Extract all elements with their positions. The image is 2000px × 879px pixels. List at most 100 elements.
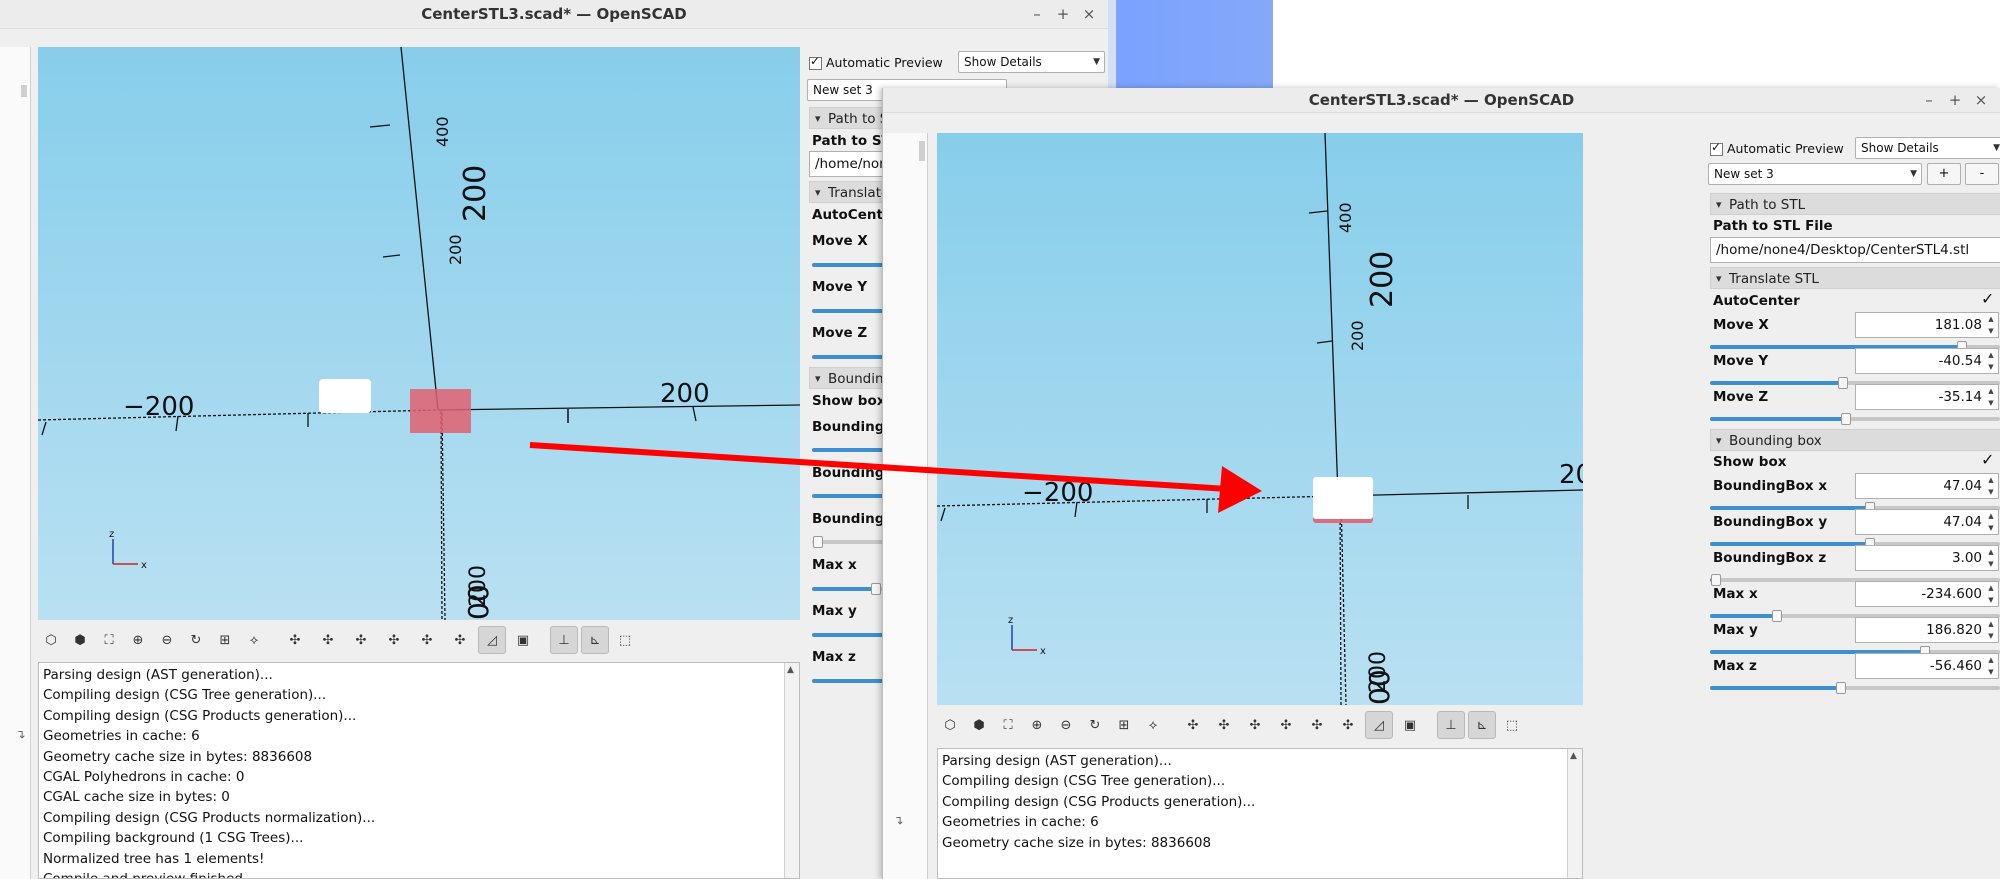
label-boundingbox-y: BoundingBox y (1713, 514, 1828, 530)
zoom-in-icon[interactable]: ⊕ (125, 626, 151, 654)
z-label-big: 200 (1365, 251, 1400, 308)
autocenter-checkbox[interactable]: ✓ (1981, 289, 1994, 308)
max-z-slider[interactable] (1710, 682, 2000, 694)
show-details-combo[interactable]: Show Details ▼ (1855, 137, 2000, 159)
editor-scrollbar[interactable] (21, 85, 27, 97)
orthogonal-icon[interactable]: ▣ (509, 626, 537, 654)
view-front-icon[interactable]: ✣ (412, 626, 442, 654)
editor-dock-icon[interactable]: ↵ (15, 729, 29, 739)
maximize-button[interactable]: + (1050, 0, 1076, 28)
remove-set-button[interactable]: - (1965, 163, 1999, 185)
show-axes-toggle-icon[interactable]: ⊥ (1437, 711, 1465, 739)
show-axes-icon[interactable]: ⊞ (212, 626, 238, 654)
preview-icon[interactable]: ⬡ (937, 711, 963, 739)
auto-preview-label: Automatic Preview (826, 55, 943, 70)
title-bar[interactable]: CenterSTL3.scad* — OpenSCAD – + × (883, 88, 2000, 113)
spin-arrows-icon[interactable]: ▲ ▼ (1985, 546, 1997, 570)
bbox-x-spinbox[interactable]: 47.04 ▲ ▼ (1855, 473, 1999, 499)
move-x-spinbox[interactable]: 181.08 ▲ ▼ (1855, 312, 1999, 338)
view-bottom-icon[interactable]: ✣ (1241, 711, 1269, 739)
show-edges-icon[interactable]: ⟡ (1140, 711, 1166, 739)
spin-arrows-icon[interactable]: ▲ ▼ (1985, 313, 1997, 337)
perspective-icon[interactable]: ◿ (1365, 711, 1393, 739)
3d-viewport[interactable]: −200 200 200 200 400 200 00 z x (937, 133, 1583, 705)
view-front-icon[interactable]: ✣ (1303, 711, 1331, 739)
perspective-icon[interactable]: ◿ (478, 626, 506, 654)
console-output[interactable]: Parsing design (AST generation)... Compi… (937, 748, 1583, 879)
show-scale-icon[interactable]: ⊾ (581, 626, 609, 654)
bbox-x-value: 47.04 (1943, 478, 1982, 494)
move-z-slider[interactable] (1710, 413, 2000, 425)
spin-arrows-icon[interactable]: ▲ ▼ (1985, 349, 1997, 373)
group-translate-header[interactable]: Translate STL (1710, 267, 2000, 290)
view-back-icon[interactable]: ✣ (445, 626, 475, 654)
view-right-icon[interactable]: ✣ (280, 626, 310, 654)
show-scale-icon[interactable]: ⊾ (1468, 711, 1496, 739)
auto-preview-checkbox[interactable] (809, 54, 822, 70)
reset-view-icon[interactable]: ↻ (1082, 711, 1108, 739)
view-bottom-icon[interactable]: ✣ (346, 626, 376, 654)
view-right-icon[interactable]: ✣ (1179, 711, 1207, 739)
show-details-combo[interactable]: Show Details ▼ (958, 51, 1105, 73)
view-back-icon[interactable]: ✣ (1334, 711, 1362, 739)
console-scrollbar[interactable]: ▲ (1567, 749, 1582, 878)
console-dock-icon[interactable]: ↵ (893, 815, 907, 825)
render-icon[interactable]: ⬢ (966, 711, 992, 739)
close-button[interactable]: × (1076, 0, 1102, 28)
view-left-icon[interactable]: ✣ (1272, 711, 1300, 739)
console-line: Compiling design (CSG Products normaliza… (43, 809, 376, 826)
preview-icon[interactable]: ⬡ (38, 626, 64, 654)
path-input[interactable]: /home/none4/Desktop/CenterSTL4.stl (1710, 237, 2000, 263)
show-axes-icon[interactable]: ⊞ (1111, 711, 1137, 739)
spin-arrows-icon[interactable]: ▲ ▼ (1985, 654, 1997, 678)
title-bar[interactable]: CenterSTL3.scad* — OpenSCAD – + × (0, 0, 1108, 29)
max-x-spinbox[interactable]: -234.600 ▲ ▼ (1855, 581, 1999, 607)
minimize-button[interactable]: – (1916, 88, 1942, 112)
max-z-spinbox[interactable]: -56.460 ▲ ▼ (1855, 653, 1999, 679)
label-max-z: Max z (812, 649, 856, 665)
spin-arrows-icon[interactable]: ▲ ▼ (1985, 385, 1997, 409)
view-all-icon[interactable]: ⛶ (995, 711, 1021, 739)
max-y-spinbox[interactable]: 186.820 ▲ ▼ (1855, 617, 1999, 643)
spin-arrows-icon[interactable]: ▲ ▼ (1985, 618, 1997, 642)
add-set-button[interactable]: + (1927, 163, 1961, 185)
3d-viewport[interactable]: −200 200 200 200 400 200 00 z x (38, 47, 800, 620)
zoom-out-icon[interactable]: ⊖ (1053, 711, 1079, 739)
console-output[interactable]: Parsing design (AST generation)... Compi… (38, 662, 800, 879)
show-crosshair-icon[interactable]: ⬚ (1499, 711, 1525, 739)
auto-preview-checkbox[interactable] (1710, 140, 1723, 156)
zoom-in-icon[interactable]: ⊕ (1024, 711, 1050, 739)
bbox-z-spinbox[interactable]: 3.00 ▲ ▼ (1855, 545, 1999, 571)
zoom-out-icon[interactable]: ⊖ (154, 626, 180, 654)
editor-strip[interactable]: ↵ (883, 133, 928, 879)
editor-scrollbar[interactable] (919, 141, 925, 161)
editor-strip[interactable]: ↵ ↵ (0, 47, 31, 879)
label-max-y: Max y (812, 603, 857, 619)
console-line: Geometries in cache: 6 (43, 728, 200, 745)
view-top-icon[interactable]: ✣ (313, 626, 343, 654)
view-left-icon[interactable]: ✣ (379, 626, 409, 654)
spin-arrows-icon[interactable]: ▲ ▼ (1985, 474, 1997, 498)
show-box-checkbox[interactable]: ✓ (1981, 450, 1994, 469)
view-top-icon[interactable]: ✣ (1210, 711, 1238, 739)
orthogonal-icon[interactable]: ▣ (1396, 711, 1424, 739)
minimize-button[interactable]: – (1024, 0, 1050, 28)
render-icon[interactable]: ⬢ (67, 626, 93, 654)
show-edges-icon[interactable]: ⟡ (241, 626, 267, 654)
spin-arrows-icon[interactable]: ▲ ▼ (1985, 510, 1997, 534)
group-path-header[interactable]: Path to STL (1710, 193, 2000, 216)
maximize-button[interactable]: + (1942, 88, 1968, 112)
move-z-spinbox[interactable]: -35.14 ▲ ▼ (1855, 384, 1999, 410)
chevron-down-icon: ▼ (1910, 169, 1917, 179)
show-axes-toggle-icon[interactable]: ⊥ (550, 626, 578, 654)
reset-view-icon[interactable]: ↻ (183, 626, 209, 654)
spin-arrows-icon[interactable]: ▲ ▼ (1985, 582, 1997, 606)
parameter-set-combo[interactable]: New set 3 ▼ (1708, 163, 1922, 185)
show-crosshair-icon[interactable]: ⬚ (612, 626, 638, 654)
bbox-y-spinbox[interactable]: 47.04 ▲ ▼ (1855, 509, 1999, 535)
group-bounding-header[interactable]: Bounding box (1710, 429, 2000, 452)
view-all-icon[interactable]: ⛶ (96, 626, 122, 654)
close-button[interactable]: × (1968, 88, 1994, 112)
move-y-spinbox[interactable]: -40.54 ▲ ▼ (1855, 348, 1999, 374)
console-scrollbar[interactable]: ▲ (784, 663, 799, 878)
